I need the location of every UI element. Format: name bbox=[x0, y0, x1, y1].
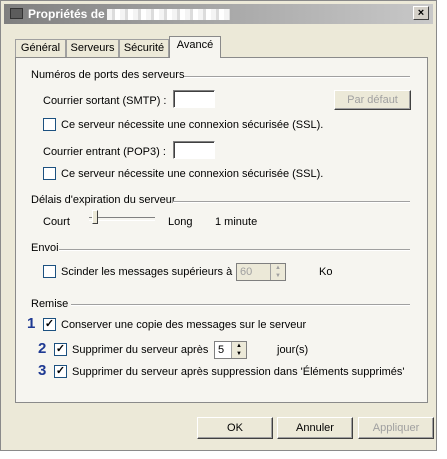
tab-advanced[interactable]: Avancé bbox=[169, 36, 221, 58]
window-icon bbox=[10, 8, 23, 19]
chevron-up-icon[interactable]: ▲ bbox=[271, 264, 285, 272]
timeout-value: 1 minute bbox=[215, 216, 258, 228]
keep-copy-label: Conserver une copie des messages sur le … bbox=[61, 319, 307, 331]
chevron-down-icon[interactable]: ▼ bbox=[271, 272, 285, 280]
tab-general[interactable]: Général bbox=[15, 39, 66, 57]
annotation-1: 1 bbox=[27, 315, 36, 332]
properties-dialog: Propriétés de × Général Serveurs Sécurit… bbox=[0, 0, 437, 451]
chevron-down-icon[interactable]: ▼ bbox=[232, 350, 246, 358]
window-title: Propriétés de bbox=[28, 7, 105, 21]
tab-security[interactable]: Sécurité bbox=[119, 39, 169, 57]
pop3-label: Courrier entrant (POP3) : bbox=[43, 146, 166, 158]
timeout-slider-track[interactable] bbox=[89, 217, 155, 221]
split-messages-label: Scinder les messages supérieurs à bbox=[61, 266, 233, 278]
timeout-slider-thumb[interactable] bbox=[92, 210, 98, 224]
delivery-section-title: Remise bbox=[31, 298, 69, 310]
close-button[interactable]: × bbox=[413, 6, 429, 20]
remove-deleted-checkbox[interactable]: ✓ bbox=[54, 365, 67, 378]
tab-servers[interactable]: Serveurs bbox=[66, 39, 119, 57]
keep-copy-checkbox[interactable]: ✓ bbox=[43, 318, 56, 331]
remove-after-label: Supprimer du serveur après bbox=[72, 344, 209, 356]
chevron-up-icon[interactable]: ▲ bbox=[232, 342, 246, 350]
tab-servers-label: Serveurs bbox=[70, 42, 115, 54]
check-icon: ✓ bbox=[44, 318, 55, 330]
ports-section-title: Numéros de ports des serveurs bbox=[31, 69, 185, 81]
split-size-arrows: ▲ ▼ bbox=[270, 264, 285, 280]
title-bar[interactable]: Propriétés de × bbox=[4, 4, 433, 24]
cancel-button[interactable]: Annuler bbox=[277, 417, 353, 439]
smtp-ssl-label: Ce serveur nécessite une connexion sécur… bbox=[61, 119, 324, 131]
pop3-ssl-label: Ce serveur nécessite une connexion sécur… bbox=[61, 168, 324, 180]
smtp-ssl-checkbox[interactable] bbox=[43, 118, 56, 131]
split-messages-checkbox[interactable] bbox=[43, 265, 56, 278]
default-button[interactable]: Par défaut bbox=[334, 90, 411, 110]
tab-general-label: Général bbox=[20, 42, 61, 54]
timeout-section-title: Délais d'expiration du serveur bbox=[31, 194, 176, 206]
split-size-stepper[interactable]: 60 ▲ ▼ bbox=[236, 263, 286, 281]
tab-advanced-label: Avancé bbox=[176, 39, 214, 51]
remove-after-days-value: 5 bbox=[218, 344, 225, 356]
apply-button[interactable]: Appliquer bbox=[358, 417, 434, 439]
smtp-port-input[interactable] bbox=[173, 90, 215, 108]
remove-after-days-stepper[interactable]: 5 ▲ ▼ bbox=[214, 341, 247, 359]
ports-divider bbox=[184, 76, 410, 78]
remove-deleted-label: Supprimer du serveur après suppression d… bbox=[72, 366, 405, 378]
split-size-value: 60 bbox=[240, 266, 253, 278]
tab-security-label: Sécurité bbox=[123, 42, 165, 54]
close-icon: × bbox=[417, 7, 425, 19]
send-divider bbox=[59, 249, 410, 251]
split-unit-label: Ko bbox=[319, 266, 333, 278]
annotation-2: 2 bbox=[38, 340, 47, 357]
delivery-divider bbox=[71, 304, 410, 306]
pop3-port-input[interactable] bbox=[173, 141, 215, 159]
smtp-label: Courrier sortant (SMTP) : bbox=[43, 95, 167, 107]
days-unit-label: jour(s) bbox=[277, 344, 309, 356]
check-icon: ✓ bbox=[55, 365, 66, 377]
timeout-short-label: Court bbox=[43, 216, 70, 228]
timeout-divider bbox=[173, 201, 410, 203]
annotation-3: 3 bbox=[38, 362, 47, 379]
remove-after-checkbox[interactable]: ✓ bbox=[54, 343, 67, 356]
check-icon: ✓ bbox=[55, 343, 66, 355]
redacted-account-name bbox=[107, 9, 230, 20]
ok-button[interactable]: OK bbox=[197, 417, 273, 439]
timeout-long-label: Long bbox=[168, 216, 193, 228]
pop3-ssl-checkbox[interactable] bbox=[43, 167, 56, 180]
remove-after-days-arrows: ▲ ▼ bbox=[231, 342, 246, 358]
send-section-title: Envoi bbox=[31, 242, 59, 254]
